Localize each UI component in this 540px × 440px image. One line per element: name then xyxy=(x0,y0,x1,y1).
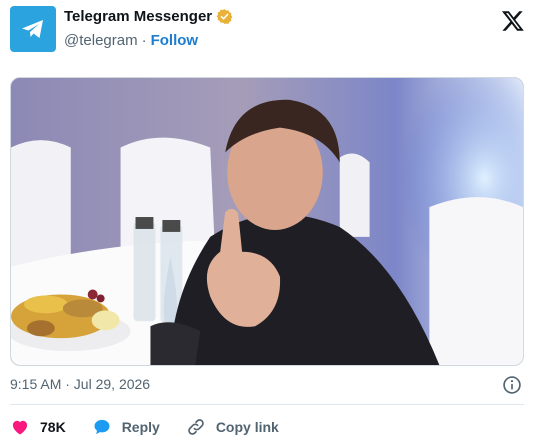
heart-icon xyxy=(12,420,28,435)
author-display-name[interactable]: Telegram Messenger xyxy=(64,8,212,25)
telegram-avatar[interactable] xyxy=(10,6,56,52)
photo-image xyxy=(11,78,523,365)
actions-divider xyxy=(10,404,524,405)
reply-label: Reply xyxy=(121,419,160,435)
tweet-actions-bar: 78K Reply Copy link xyxy=(10,413,305,440)
link-icon xyxy=(188,419,204,435)
copy-link-button[interactable]: Copy link xyxy=(186,417,279,437)
handle-separator: · xyxy=(141,32,147,49)
paper-plane-icon xyxy=(22,20,43,38)
info-icon[interactable] xyxy=(502,375,522,395)
tweet-photo[interactable] xyxy=(10,77,524,366)
reply-bubble-icon xyxy=(94,419,110,435)
like-button[interactable]: 78K xyxy=(10,417,66,437)
tweet-timestamp[interactable]: 9:15 AM · Jul 29, 2026 xyxy=(10,376,150,392)
author-handle-row: @telegram · Follow xyxy=(64,32,198,49)
copy-link-label: Copy link xyxy=(215,419,279,435)
author-name-row: Telegram Messenger xyxy=(64,8,233,25)
tweet-header: Telegram Messenger @telegram · Follow xyxy=(10,4,530,56)
tweet-card: Telegram Messenger @telegram · Follow 9:… xyxy=(0,0,540,440)
follow-button[interactable]: Follow xyxy=(151,32,199,49)
verified-badge-icon xyxy=(216,9,233,24)
reply-button[interactable]: Reply xyxy=(92,417,160,437)
x-logo-icon[interactable] xyxy=(500,8,526,34)
author-handle[interactable]: @telegram xyxy=(64,32,138,49)
like-count: 78K xyxy=(40,419,66,435)
